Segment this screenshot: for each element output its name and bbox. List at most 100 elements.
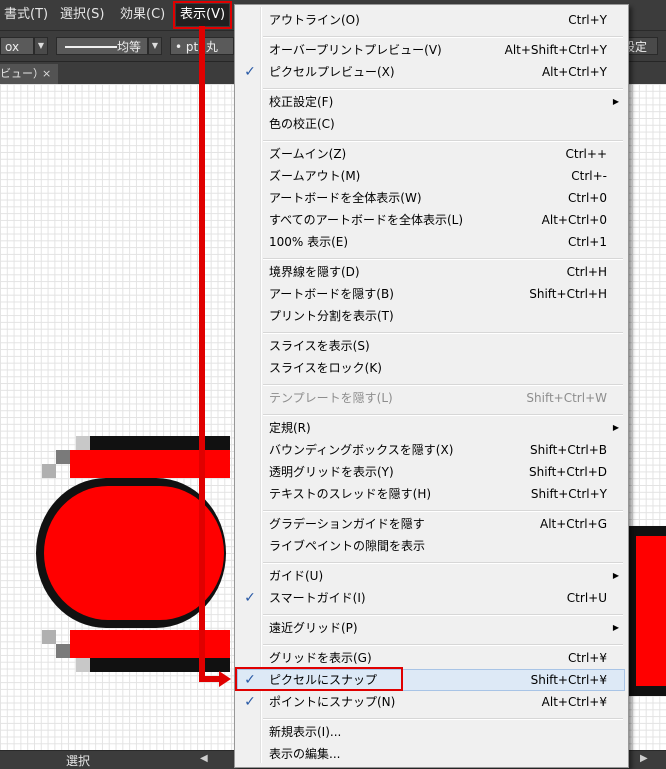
menu-item-shortcut: Ctrl++ — [565, 147, 607, 161]
close-icon[interactable]: × — [42, 64, 51, 84]
menu-item-rulers[interactable]: 定規(R) ▶ — [237, 417, 625, 439]
menu-item-label: 透明グリッドを表示(Y) — [269, 465, 394, 479]
checkmark-icon: ✓ — [244, 694, 256, 710]
stroke-profile-field[interactable]: 均等 — [56, 37, 148, 55]
menu-item-fit-all-artboards[interactable]: すべてのアートボードを全体表示(L) Alt+Ctrl+0 — [237, 209, 625, 231]
menu-item-label: 校正設定(F) — [269, 95, 334, 109]
scroll-left-icon[interactable]: ◀ — [200, 753, 208, 764]
menu-select[interactable]: 選択(S) — [56, 4, 108, 26]
menu-item-shortcut: Shift+Ctrl+Y — [530, 487, 607, 501]
menu-separator — [263, 88, 623, 90]
menu-item-shortcut: Shift+Ctrl+W — [526, 391, 607, 405]
annotation-arrow-shaft — [199, 26, 205, 680]
menu-item-outline[interactable]: アウトライン(O) Ctrl+Y — [237, 9, 625, 31]
menu-item-label: 遠近グリッド(P) — [269, 621, 358, 635]
menu-item-shortcut: Shift+Ctrl+H — [529, 287, 607, 301]
menu-item-hide-artboards[interactable]: アートボードを隠す(B) Shift+Ctrl+H — [237, 283, 625, 305]
menu-item-show-print-tiling[interactable]: プリント分割を表示(T) — [237, 305, 625, 327]
pixel-shape-left — [36, 436, 230, 672]
menu-item-shortcut: Shift+Ctrl+¥ — [530, 673, 607, 687]
menu-item-label: オーバープリントプレビュー(V) — [269, 43, 442, 57]
object-type-dropdown-icon[interactable]: ▼ — [34, 37, 48, 55]
menu-item-shortcut: Ctrl+H — [566, 265, 607, 279]
menu-item-proof-setup[interactable]: 校正設定(F) ▶ — [237, 91, 625, 113]
menu-separator — [263, 510, 623, 512]
submenu-arrow-icon: ▶ — [612, 423, 619, 432]
menu-item-overprint-preview[interactable]: オーバープリントプレビュー(V) Alt+Shift+Ctrl+Y — [237, 39, 625, 61]
menu-item-label: スライスを表示(S) — [269, 339, 370, 353]
stroke-profile-label: 均等 — [117, 40, 142, 54]
menu-view[interactable]: 表示(V) — [172, 1, 233, 29]
scroll-right-icon[interactable]: ▶ — [640, 753, 648, 764]
menu-item-shortcut: Ctrl+- — [571, 169, 607, 183]
menu-item-guides[interactable]: ガイド(U) ▶ — [237, 565, 625, 587]
object-type-field[interactable]: ox — [0, 37, 34, 55]
menu-item-show-grid[interactable]: グリッドを表示(G) Ctrl+¥ — [237, 647, 625, 669]
menu-separator — [263, 614, 623, 616]
menu-item-label: ライブペイントの隙間を表示 — [269, 539, 426, 553]
menu-item-label: テキストのスレッドを隠す(H) — [269, 487, 432, 501]
menu-item-zoom-in[interactable]: ズームイン(Z) Ctrl++ — [237, 143, 625, 165]
menu-item-label: 境界線を隠す(D) — [269, 265, 360, 279]
menu-item-label: スライスをロック(K) — [269, 361, 382, 375]
menu-separator — [263, 384, 623, 386]
menu-separator — [263, 258, 623, 260]
menu-separator — [263, 36, 623, 38]
menu-item-label: ポイントにスナップ(N) — [269, 695, 396, 709]
menu-item-shortcut: Alt+Ctrl+¥ — [541, 695, 607, 709]
stroke-profile-dropdown-icon[interactable]: ▼ — [148, 37, 162, 55]
menu-item-show-transparency-grid[interactable]: 透明グリッドを表示(Y) Shift+Ctrl+D — [237, 461, 625, 483]
menu-item-zoom-out[interactable]: ズームアウト(M) Ctrl+- — [237, 165, 625, 187]
document-tab-label: ビュー） — [0, 67, 44, 80]
menu-format[interactable]: 書式(T) — [0, 4, 52, 26]
menu-separator — [263, 562, 623, 564]
menu-item-smart-guides[interactable]: ✓ スマートガイド(I) Ctrl+U — [237, 587, 625, 609]
menu-item-label: ガイド(U) — [269, 569, 324, 583]
menu-item-hide-gradient-annotator[interactable]: グラデーションガイドを隠す Alt+Ctrl+G — [237, 513, 625, 535]
menu-effect[interactable]: 効果(C) — [116, 4, 169, 26]
menu-separator — [263, 718, 623, 720]
menu-item-shortcut: Alt+Shift+Ctrl+Y — [504, 43, 607, 57]
menu-item-label: プリント分割を表示(T) — [269, 309, 394, 323]
menu-item-label: 表示の編集... — [269, 747, 341, 761]
menu-item-show-slices[interactable]: スライスを表示(S) — [237, 335, 625, 357]
menu-item-snap-to-pixel[interactable]: ✓ ピクセルにスナップ Shift+Ctrl+¥ — [237, 669, 625, 691]
view-menu-dropdown: アウトライン(O) Ctrl+Y オーバープリントプレビュー(V) Alt+Sh… — [234, 4, 629, 768]
submenu-arrow-icon: ▶ — [612, 623, 619, 632]
menu-item-snap-to-point[interactable]: ✓ ポイントにスナップ(N) Alt+Ctrl+¥ — [237, 691, 625, 713]
menu-item-actual-size[interactable]: 100% 表示(E) Ctrl+1 — [237, 231, 625, 253]
menu-item-show-live-paint-gaps[interactable]: ライブペイントの隙間を表示 — [237, 535, 625, 557]
menu-item-hide-edges[interactable]: 境界線を隠す(D) Ctrl+H — [237, 261, 625, 283]
submenu-arrow-icon: ▶ — [612, 97, 619, 106]
menu-item-hide-text-threads[interactable]: テキストのスレッドを隠す(H) Shift+Ctrl+Y — [237, 483, 625, 505]
menu-item-shortcut: Shift+Ctrl+D — [529, 465, 607, 479]
stroke-line-icon — [65, 46, 117, 48]
pixel-shape-right — [628, 526, 666, 696]
checkmark-icon: ✓ — [244, 672, 256, 688]
menu-item-label: 定規(R) — [269, 421, 311, 435]
menu-item-shortcut: Ctrl+1 — [567, 235, 607, 249]
menu-item-label: ピクセルプレビュー(X) — [269, 65, 395, 79]
document-tab[interactable]: ビュー） × — [0, 64, 58, 84]
menu-item-shortcut: Alt+Ctrl+G — [539, 517, 607, 531]
menu-item-hide-bounding-box[interactable]: バウンディングボックスを隠す(X) Shift+Ctrl+B — [237, 439, 625, 461]
menu-item-new-view[interactable]: 新規表示(I)... — [237, 721, 625, 743]
menu-separator — [263, 414, 623, 416]
menu-item-label: アウトライン(O) — [269, 13, 360, 27]
menu-item-lock-slices[interactable]: スライスをロック(K) — [237, 357, 625, 379]
menu-item-proof-colors[interactable]: 色の校正(C) — [237, 113, 625, 135]
menu-item-label: ズームイン(Z) — [269, 147, 347, 161]
menu-item-edit-views[interactable]: 表示の編集... — [237, 743, 625, 765]
menu-item-shortcut: Ctrl+Y — [568, 13, 607, 27]
menu-item-shortcut: Alt+Ctrl+0 — [541, 213, 607, 227]
annotation-arrow-elbow — [199, 676, 221, 682]
menu-item-pixel-preview[interactable]: ✓ ピクセルプレビュー(X) Alt+Ctrl+Y — [237, 61, 625, 83]
menu-item-label: アートボードを全体表示(W) — [269, 191, 422, 205]
menu-item-perspective-grid[interactable]: 遠近グリッド(P) ▶ — [237, 617, 625, 639]
checkmark-icon: ✓ — [244, 64, 256, 80]
menu-item-label: ピクセルにスナップ — [269, 673, 378, 687]
menu-separator — [263, 644, 623, 646]
menu-item-label: 色の校正(C) — [269, 117, 335, 131]
menu-item-fit-artboard[interactable]: アートボードを全体表示(W) Ctrl+0 — [237, 187, 625, 209]
checkmark-icon: ✓ — [244, 590, 256, 606]
